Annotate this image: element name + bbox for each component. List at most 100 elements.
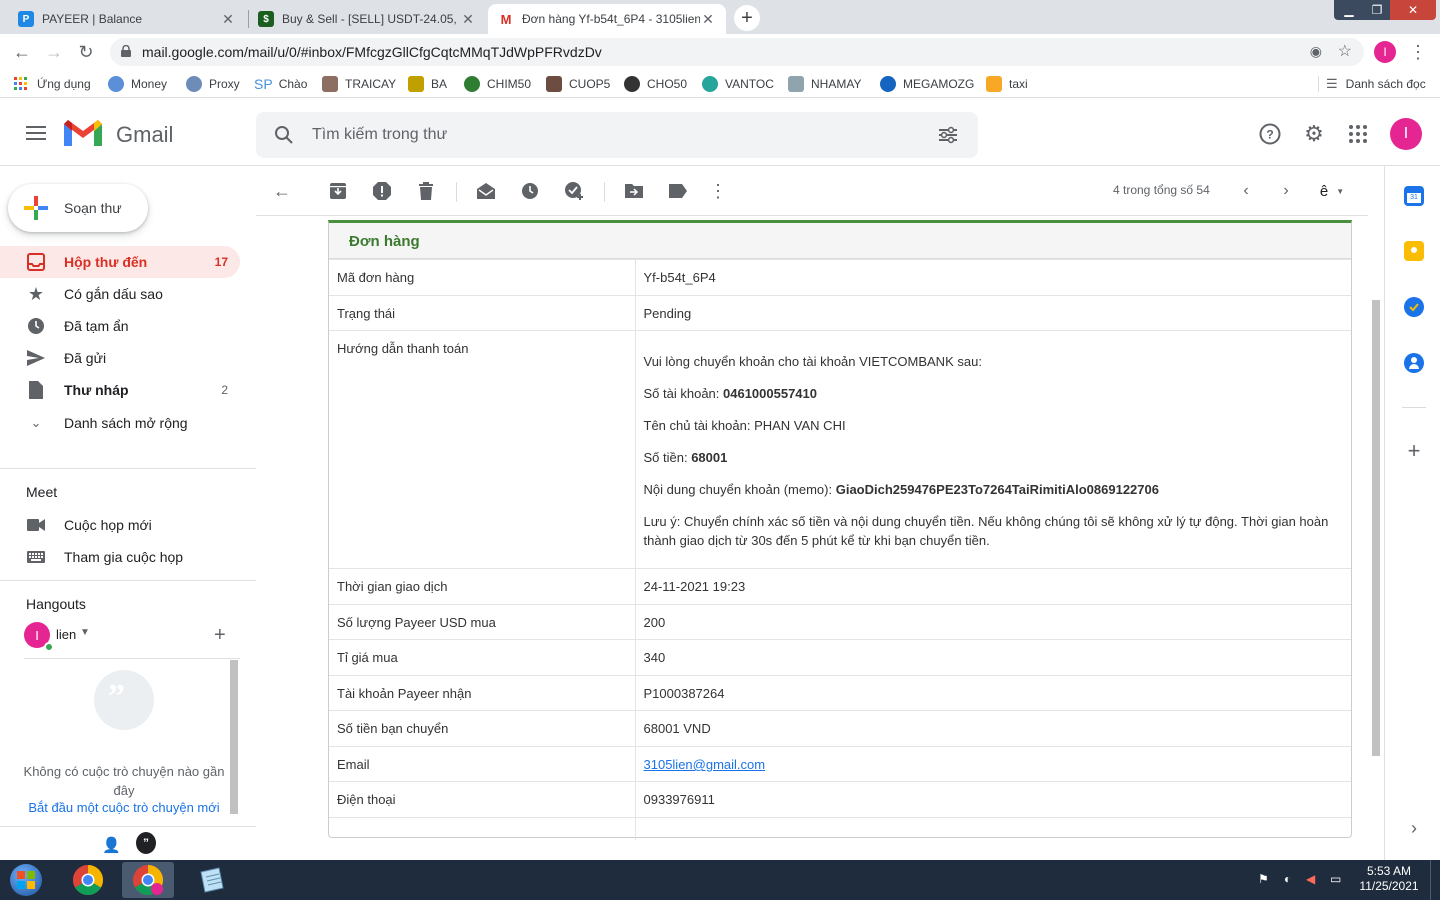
star-bookmark-icon[interactable]: ☆ xyxy=(1338,41,1352,61)
search-bar[interactable] xyxy=(256,112,978,158)
display-icon[interactable]: ▭ xyxy=(1330,872,1346,888)
meet-new-meeting[interactable]: Cuộc họp mới xyxy=(0,509,240,541)
contacts-icon[interactable] xyxy=(1404,353,1424,373)
gmail-wordmark: Gmail xyxy=(116,122,174,147)
browser-tab-payeer[interactable]: P PAYEER | Balance ✕ xyxy=(8,4,246,34)
report-spam-icon[interactable] xyxy=(372,181,392,201)
order-key xyxy=(329,817,636,840)
scrollbar-thumb[interactable] xyxy=(1372,300,1380,756)
bookmark-ba[interactable]: BA xyxy=(408,75,447,93)
snooze-clock-icon[interactable] xyxy=(520,181,540,201)
contacts-person-icon[interactable]: 👤 xyxy=(102,836,121,854)
new-tab-button[interactable]: + xyxy=(734,5,760,31)
back-arrow-icon[interactable]: ← xyxy=(10,40,34,64)
hangouts-scrollbar[interactable] xyxy=(230,660,238,814)
bookmark-apps[interactable]: Ứng dụng xyxy=(14,75,91,93)
bookmark-taxi[interactable]: taxi xyxy=(986,75,1028,93)
show-side-panel-chevron-icon[interactable]: › xyxy=(1404,818,1424,839)
nav-item-sent[interactable]: Đã gửi xyxy=(0,342,240,374)
move-to-icon[interactable] xyxy=(624,181,644,201)
email-link[interactable]: 3105lien@gmail.com xyxy=(644,756,1344,774)
search-input[interactable] xyxy=(312,112,912,158)
search-options-icon[interactable] xyxy=(938,125,958,145)
delete-trash-icon[interactable] xyxy=(416,181,436,201)
star-icon: ★ xyxy=(27,283,45,304)
keep-icon[interactable] xyxy=(1404,241,1424,261)
bookmark-cuop5[interactable]: CUOP5 xyxy=(546,75,610,93)
bookmark-money[interactable]: Money xyxy=(108,75,167,93)
window-close-icon[interactable]: ✕ xyxy=(1390,0,1436,20)
add-chat-plus-icon[interactable]: + xyxy=(214,624,226,647)
meet-join-meeting[interactable]: Tham gia cuộc họp xyxy=(0,541,240,573)
tab-close-icon[interactable]: ✕ xyxy=(700,11,716,28)
forward-arrow-icon[interactable]: → xyxy=(42,40,66,64)
bookmark-traicay[interactable]: TRAICAY xyxy=(322,75,396,93)
compose-button[interactable]: Soạn thư xyxy=(8,184,148,232)
more-options-icon[interactable]: ⋮ xyxy=(708,181,728,201)
next-message-icon[interactable]: › xyxy=(1276,181,1296,201)
browser-tab-buy-sell[interactable]: $ Buy & Sell - [SELL] USDT-24.05, B ✕ xyxy=(248,4,486,34)
tab-close-icon[interactable]: ✕ xyxy=(220,11,236,28)
add-task-icon[interactable] xyxy=(564,181,584,201)
account-avatar[interactable]: I xyxy=(1390,118,1422,150)
help-icon[interactable]: ? xyxy=(1258,122,1282,146)
content-scrollbar[interactable] xyxy=(1368,216,1384,860)
order-key: Tỉ giá mua xyxy=(329,639,636,676)
nav-item-drafts[interactable]: Thư nháp 2 xyxy=(0,374,240,406)
browser-profile-avatar[interactable]: I xyxy=(1374,41,1396,63)
bookmark-chim50[interactable]: CHIM50 xyxy=(464,75,531,93)
settings-gear-icon[interactable]: ⚙ xyxy=(1302,121,1326,146)
fruit-icon xyxy=(322,76,338,92)
pin-icon xyxy=(880,76,896,92)
windows-start-button[interactable] xyxy=(0,862,52,898)
browser-tab-gmail[interactable]: M Đơn hàng Yf-b54t_6P4 - 3105lien ✕ xyxy=(488,4,726,34)
tasks-icon[interactable] xyxy=(1404,297,1424,317)
taskbar-chrome[interactable] xyxy=(62,862,114,898)
url-input[interactable]: mail.google.com/mail/u/0/#inbox/FMfcgzGl… xyxy=(110,38,1364,66)
system-clock[interactable]: 5:53 AM 11/25/2021 xyxy=(1356,864,1422,894)
minimize-icon[interactable]: ▁ xyxy=(1334,0,1364,20)
reload-icon[interactable]: ↻ xyxy=(74,40,98,64)
eye-icon[interactable]: ◉ xyxy=(1310,43,1322,60)
archive-icon[interactable] xyxy=(328,181,348,201)
start-conversation-link[interactable]: Bắt đầu một cuộc trò chuyện mới xyxy=(20,800,228,815)
input-tools-button[interactable]: ê ▼ xyxy=(1312,181,1352,201)
bookmark-megamozg[interactable]: MEGAMOZG xyxy=(880,75,974,93)
back-to-inbox-icon[interactable]: ← xyxy=(272,181,292,201)
calendar-icon[interactable]: 31 xyxy=(1404,186,1424,206)
caret-down-icon[interactable]: ▼ xyxy=(80,627,90,638)
bookmark-vantoc[interactable]: VANTOC xyxy=(702,75,774,93)
nav-item-starred[interactable]: ★ Có gắn dấu sao xyxy=(0,278,240,310)
bookmark-proxy[interactable]: Proxy xyxy=(186,75,240,93)
nav-item-inbox[interactable]: Hộp thư đến 17 xyxy=(0,246,240,278)
browser-menu-icon[interactable]: ⋮ xyxy=(1406,40,1430,64)
restore-icon[interactable]: ❐ xyxy=(1364,0,1390,20)
nav-item-more[interactable]: ⌄ Danh sách mở rộng xyxy=(0,407,240,439)
label-icon[interactable] xyxy=(668,181,688,201)
mark-unread-icon[interactable] xyxy=(476,181,496,201)
taskbar-notepad[interactable] xyxy=(186,862,238,898)
tab-title: Đơn hàng Yf-b54t_6P4 - 3105lien xyxy=(522,12,700,26)
get-addons-plus-icon[interactable]: + xyxy=(1404,438,1424,464)
action-center-flag-icon[interactable]: ⚑ xyxy=(1258,872,1274,888)
reading-list[interactable]: ☰ Danh sách đọc xyxy=(1326,75,1426,93)
hangouts-username[interactable]: lien xyxy=(56,627,76,642)
taskbar-chrome-profile[interactable] xyxy=(122,862,174,898)
tab-close-icon[interactable]: ✕ xyxy=(460,11,476,28)
search-icon[interactable] xyxy=(274,125,294,145)
browser-tab-strip: P PAYEER | Balance ✕ $ Buy & Sell - [SEL… xyxy=(0,0,1440,34)
bookmark-nhamay[interactable]: NHAMAY xyxy=(788,75,861,93)
nav-item-snoozed[interactable]: Đã tạm ẩn xyxy=(0,310,240,342)
account-holder-line: Tên chủ tài khoản: PHAN VAN CHI xyxy=(643,418,846,433)
hangouts-chat-icon[interactable]: ” xyxy=(136,832,156,854)
bookmark-cho50[interactable]: CHO50 xyxy=(624,75,687,93)
table-row: Hướng dẫn thanh toán Vui lòng chuyển kho… xyxy=(329,330,1351,569)
google-apps-icon[interactable] xyxy=(1346,122,1370,146)
bookmark-chao[interactable]: SP Chào xyxy=(254,75,307,93)
previous-message-icon[interactable]: ‹ xyxy=(1236,181,1256,201)
network-icon[interactable]: ◐ xyxy=(1284,872,1300,888)
taxi-icon xyxy=(986,76,1002,92)
main-menu-icon[interactable] xyxy=(26,126,46,140)
show-desktop-button[interactable] xyxy=(1430,860,1440,900)
volume-icon[interactable]: ◀ xyxy=(1306,872,1322,888)
